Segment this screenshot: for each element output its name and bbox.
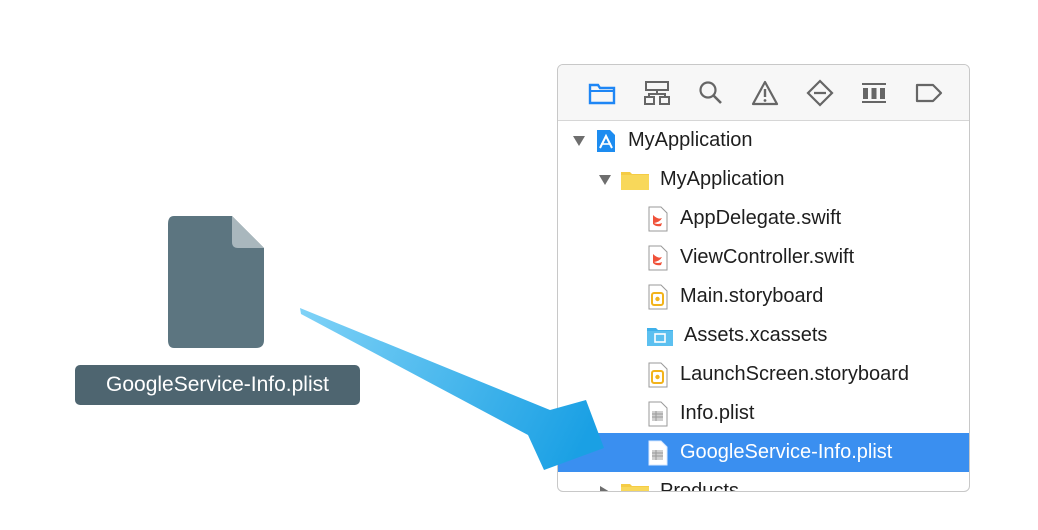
swift-file-icon <box>646 245 670 271</box>
document-file-icon[interactable] <box>166 214 266 350</box>
folder-icon <box>620 167 650 193</box>
tree-row-label: ViewController.swift <box>680 246 855 268</box>
tree-row-group[interactable]: MyApplication <box>558 160 969 199</box>
project-navigator-icon[interactable] <box>588 77 616 109</box>
asset-catalog-icon <box>646 323 674 349</box>
tree-row-label: MyApplication <box>660 168 785 190</box>
xcode-project-icon <box>594 128 618 154</box>
file-tree: MyApplication MyApplication AppDelegate.… <box>558 121 969 492</box>
debug-navigator-icon[interactable] <box>860 77 888 109</box>
tree-row-label: Info.plist <box>680 402 755 424</box>
tree-row-file[interactable]: Info.plist <box>558 394 969 433</box>
plist-file-icon <box>646 440 670 466</box>
disclosure-triangle-icon[interactable] <box>596 174 614 186</box>
tree-row-file[interactable]: ViewController.swift <box>558 238 969 277</box>
project-navigator-panel: MyApplication MyApplication AppDelegate.… <box>557 64 970 492</box>
test-navigator-icon[interactable] <box>806 77 834 109</box>
tree-row-label: GoogleService-Info.plist <box>680 441 893 463</box>
navigator-toolbar <box>558 65 969 121</box>
breakpoint-navigator-icon[interactable] <box>915 77 943 109</box>
tree-row-label: Assets.xcassets <box>684 324 828 346</box>
tree-row-file-selected[interactable]: GoogleService-Info.plist <box>558 433 969 472</box>
disclosure-triangle-icon[interactable] <box>596 485 614 491</box>
tree-row-label: Main.storyboard <box>680 285 824 307</box>
tree-row-file[interactable]: Main.storyboard <box>558 277 969 316</box>
tree-row-label: MyApplication <box>628 129 753 151</box>
tree-row-group[interactable]: Products <box>558 472 969 492</box>
tree-row-label: LaunchScreen.storyboard <box>680 363 910 385</box>
file-name-label[interactable]: GoogleService-Info.plist <box>75 365 360 405</box>
tree-row-label: AppDelegate.swift <box>680 207 842 229</box>
tree-row-file[interactable]: LaunchScreen.storyboard <box>558 355 969 394</box>
find-navigator-icon[interactable] <box>697 77 725 109</box>
plist-file-icon <box>646 401 670 427</box>
swift-file-icon <box>646 206 670 232</box>
issue-navigator-icon[interactable] <box>751 77 779 109</box>
tree-row-project[interactable]: MyApplication <box>558 121 969 160</box>
folder-icon <box>620 479 650 491</box>
storyboard-file-icon <box>646 362 670 388</box>
storyboard-file-icon <box>646 284 670 310</box>
source-control-navigator-icon[interactable] <box>642 77 670 109</box>
tree-row-label: Products <box>660 480 739 492</box>
tree-row-file[interactable]: AppDelegate.swift <box>558 199 969 238</box>
tree-row-file[interactable]: Assets.xcassets <box>558 316 969 355</box>
disclosure-triangle-icon[interactable] <box>570 135 588 147</box>
